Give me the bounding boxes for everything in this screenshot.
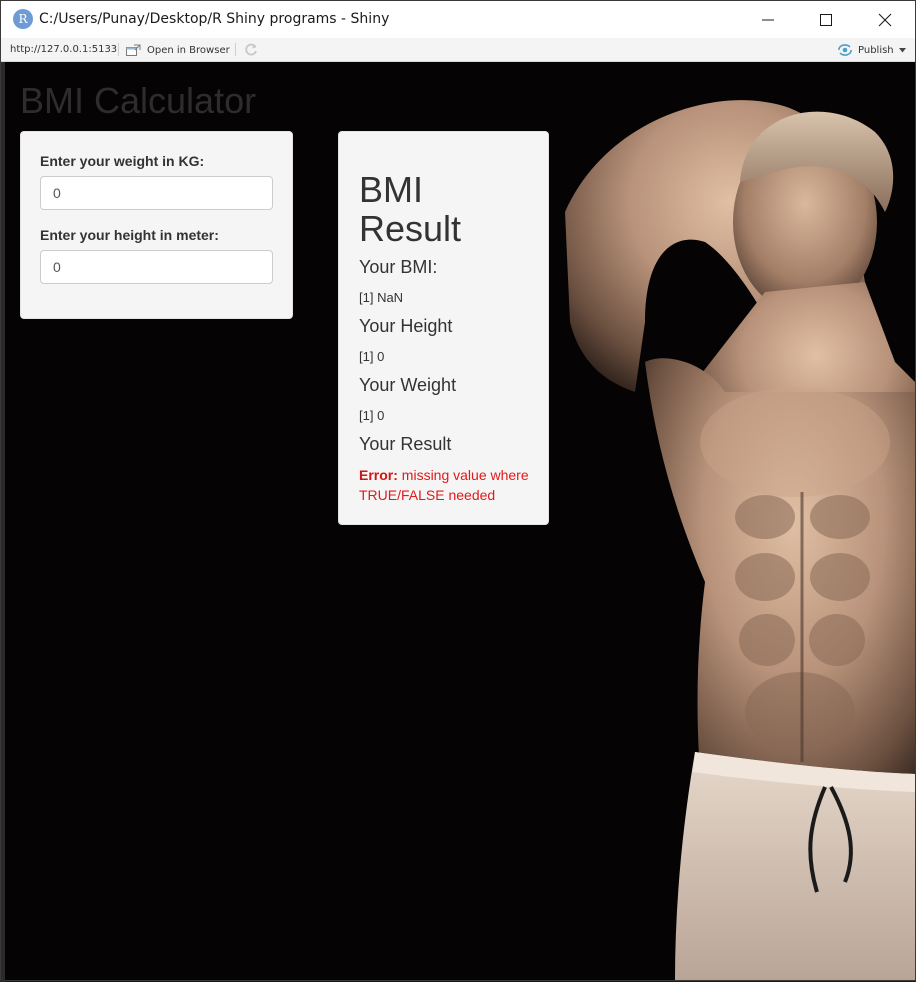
close-button[interactable] xyxy=(856,1,914,38)
result-label: Your Result xyxy=(359,434,452,454)
minimize-icon xyxy=(762,19,774,21)
publish-icon xyxy=(838,44,852,56)
app-title: BMI Calculator xyxy=(20,80,257,121)
open-in-browser-icon xyxy=(126,44,141,56)
maximize-icon xyxy=(820,14,832,26)
maximize-button[interactable] xyxy=(797,1,855,38)
results-heading: BMI Result xyxy=(359,169,462,249)
weight-result-label: Your Weight xyxy=(359,375,457,395)
r-logo-icon: R xyxy=(13,9,33,29)
toolbar-divider xyxy=(235,43,236,56)
bmi-output: [1] NaN xyxy=(359,290,404,305)
close-icon xyxy=(878,13,892,27)
weight-output: [1] 0 xyxy=(359,408,385,423)
error-message: Error: missing value where TRUE/FALSE ne… xyxy=(359,465,539,505)
chevron-down-icon[interactable] xyxy=(898,47,906,53)
minimize-button[interactable] xyxy=(739,1,797,38)
results-panel: BMI Result Your BMI: [1] NaN Your Height… xyxy=(338,131,549,525)
height-result-label: Your Height xyxy=(359,316,453,336)
viewer-toolbar: http://127.0.0.1:5133 Open in Browser Pu… xyxy=(1,38,915,62)
height-label: Enter your height in meter: xyxy=(40,227,219,243)
window-title: C:/Users/Punay/Desktop/R Shiny programs … xyxy=(39,11,390,27)
publish-label: Publish xyxy=(858,44,894,56)
weight-input[interactable] xyxy=(40,176,273,210)
bmi-label: Your BMI: xyxy=(359,257,438,277)
shiny-window: R C:/Users/Punay/Desktop/R Shiny program… xyxy=(0,0,916,982)
open-in-browser-button[interactable]: Open in Browser xyxy=(126,42,230,58)
toolbar-divider xyxy=(118,43,119,56)
weight-label: Enter your weight in KG: xyxy=(40,153,205,169)
inputs-panel: Enter your weight in KG: Enter your heig… xyxy=(20,131,293,319)
app-viewport: BMI Calculator Enter your weight in KG: … xyxy=(5,62,915,980)
height-output: [1] 0 xyxy=(359,349,385,364)
error-prefix: Error: xyxy=(359,467,398,483)
refresh-icon xyxy=(245,43,257,56)
title-bar: R C:/Users/Punay/Desktop/R Shiny program… xyxy=(1,1,915,38)
url-label[interactable]: http://127.0.0.1:5133 xyxy=(10,44,117,55)
refresh-button[interactable] xyxy=(243,42,259,58)
height-input[interactable] xyxy=(40,250,273,284)
publish-button[interactable]: Publish xyxy=(837,42,906,58)
open-in-browser-label: Open in Browser xyxy=(147,44,230,56)
